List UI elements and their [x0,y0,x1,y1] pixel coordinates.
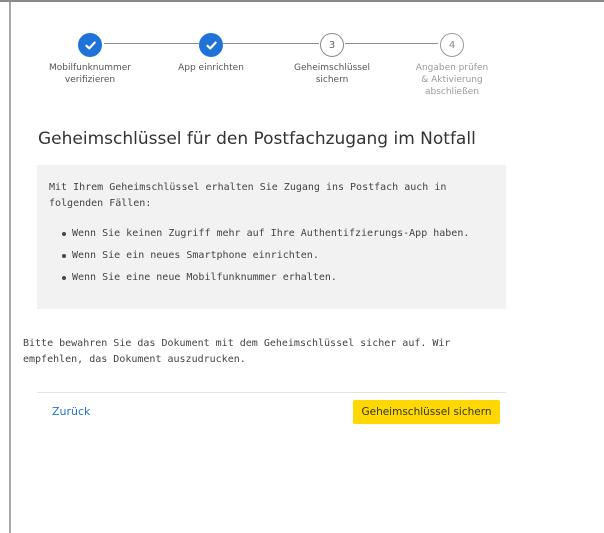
step-4: 4 Angaben prüfen & Aktivierung abschließ… [392,33,512,98]
save-secret-key-button[interactable]: Geheimschlüssel sichern [353,400,500,424]
page-title: Geheimschlüssel für den Postfachzugang i… [38,129,476,149]
step-1: Mobilfunknummer verifizieren [30,33,150,86]
list-item: Wenn Sie keinen Zugriff mehr auf Ihre Au… [62,228,494,240]
footer-divider [37,392,506,393]
step-1-check-icon [78,33,102,57]
step-2-check-icon [199,33,223,57]
info-box: Mit Ihrem Geheimschlüssel erhalten Sie Z… [37,165,506,309]
info-intro: Mit Ihrem Geheimschlüssel erhalten Sie Z… [49,182,447,209]
info-list: Wenn Sie keinen Zugriff mehr auf Ihre Au… [49,228,494,284]
step-3-label: Geheimschlüssel sichern [294,63,370,85]
back-link[interactable]: Zurück [52,405,90,418]
step-4-label: Angaben prüfen & Aktivierung abschließen [415,63,489,97]
step-3: 3 Geheimschlüssel sichern [272,33,392,86]
step-3-number: 3 [320,33,344,57]
list-item: Wenn Sie ein neues Smartphone einrichten… [62,250,494,262]
step-4-number: 4 [440,33,464,57]
step-2: App einrichten [151,33,271,74]
storage-note: Bitte bewahren Sie das Dokument mit dem … [23,338,451,365]
step-2-label: App einrichten [178,63,244,73]
step-1-label: Mobilfunknummer verifizieren [49,63,131,85]
progress-stepper: Mobilfunknummer verifizieren App einrich… [0,0,604,120]
list-item: Wenn Sie eine neue Mobilfunknummer erhal… [62,272,494,284]
